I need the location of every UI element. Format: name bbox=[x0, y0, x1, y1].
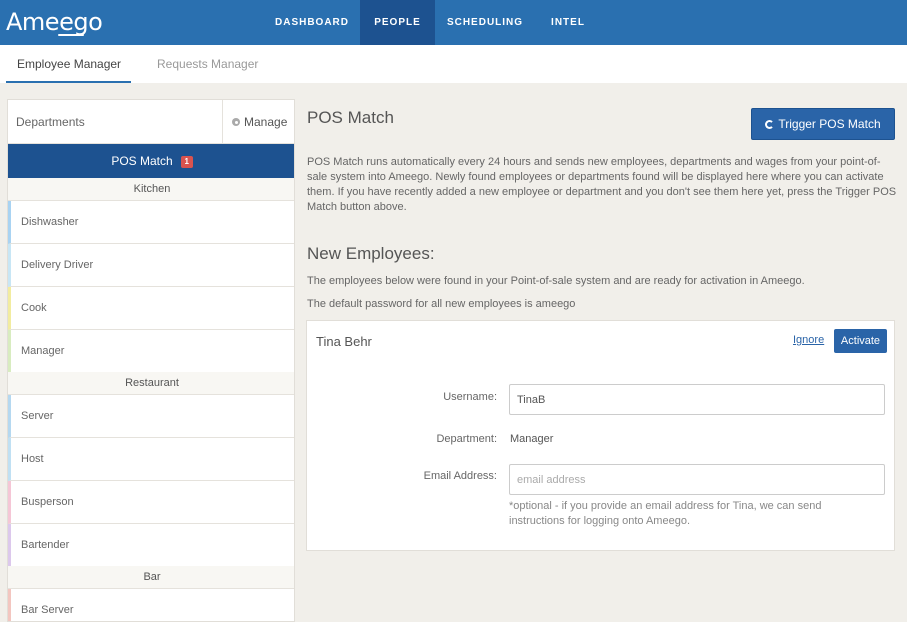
dept-bartender[interactable]: Bartender bbox=[8, 524, 294, 567]
username-label: Username: bbox=[443, 391, 497, 403]
refresh-icon bbox=[765, 120, 775, 129]
nav-scheduling[interactable]: SCHEDULING bbox=[443, 0, 527, 45]
pos-match-label: POS Match bbox=[111, 154, 173, 168]
dept-delivery-driver[interactable]: Delivery Driver bbox=[8, 244, 294, 287]
logo-underline bbox=[58, 34, 84, 36]
top-navbar: Ameego DASHBOARD PEOPLE SCHEDULING INTEL bbox=[0, 0, 907, 45]
activate-button[interactable]: Activate bbox=[834, 329, 887, 353]
page-title: POS Match bbox=[307, 108, 394, 127]
group-restaurant: Restaurant bbox=[8, 372, 294, 395]
department-label: Department: bbox=[436, 433, 497, 445]
dept-host[interactable]: Host bbox=[8, 438, 294, 481]
dept-cook[interactable]: Cook bbox=[8, 287, 294, 330]
new-employees-info: The employees below were found in your P… bbox=[307, 275, 805, 287]
ignore-link[interactable]: Ignore bbox=[793, 334, 824, 346]
departments-panel: Departments Manage POS Match 1 Kitchen Di… bbox=[7, 99, 295, 622]
app-logo[interactable]: Ameego bbox=[6, 8, 103, 36]
email-label: Email Address: bbox=[423, 470, 497, 482]
email-input[interactable] bbox=[509, 464, 885, 495]
pos-match-item[interactable]: POS Match 1 bbox=[8, 144, 294, 178]
dept-server[interactable]: Server bbox=[8, 395, 294, 438]
manage-label: Manage bbox=[244, 115, 288, 129]
nav-dashboard[interactable]: DASHBOARD bbox=[270, 0, 354, 45]
default-password-info: The default password for all new employe… bbox=[307, 298, 576, 310]
dept-bar-server[interactable]: Bar Server bbox=[8, 589, 294, 621]
nav-people[interactable]: PEOPLE bbox=[360, 0, 435, 45]
email-help-text: *optional - if you provide an email addr… bbox=[509, 500, 822, 527]
departments-header: Departments Manage bbox=[8, 100, 294, 144]
tab-requests-manager[interactable]: Requests Manager bbox=[157, 45, 267, 83]
employee-name: Tina Behr bbox=[316, 334, 372, 349]
gear-icon bbox=[232, 118, 240, 126]
trigger-pos-match-button[interactable]: Trigger POS Match bbox=[751, 108, 895, 140]
nav-intel[interactable]: INTEL bbox=[542, 0, 594, 45]
username-input[interactable] bbox=[509, 384, 885, 415]
group-bar: Bar bbox=[8, 566, 294, 589]
dept-dishwasher[interactable]: Dishwasher bbox=[8, 201, 294, 244]
new-employees-title: New Employees: bbox=[307, 244, 435, 263]
employee-card: Tina Behr Ignore Activate Username: Depa… bbox=[306, 320, 895, 551]
dept-manager[interactable]: Manager bbox=[8, 330, 294, 373]
sub-tabs: Employee Manager Requests Manager bbox=[0, 45, 907, 83]
trigger-label: Trigger POS Match bbox=[778, 117, 881, 131]
pos-match-badge: 1 bbox=[180, 156, 193, 168]
department-value: Manager bbox=[510, 433, 554, 445]
group-kitchen: Kitchen bbox=[8, 178, 294, 201]
tab-employee-manager[interactable]: Employee Manager bbox=[6, 45, 131, 83]
manage-button[interactable]: Manage bbox=[222, 100, 294, 144]
departments-title: Departments bbox=[16, 115, 85, 129]
dept-busperson[interactable]: Busperson bbox=[8, 481, 294, 524]
pos-match-description: POS Match runs automatically every 24 ho… bbox=[307, 156, 897, 213]
